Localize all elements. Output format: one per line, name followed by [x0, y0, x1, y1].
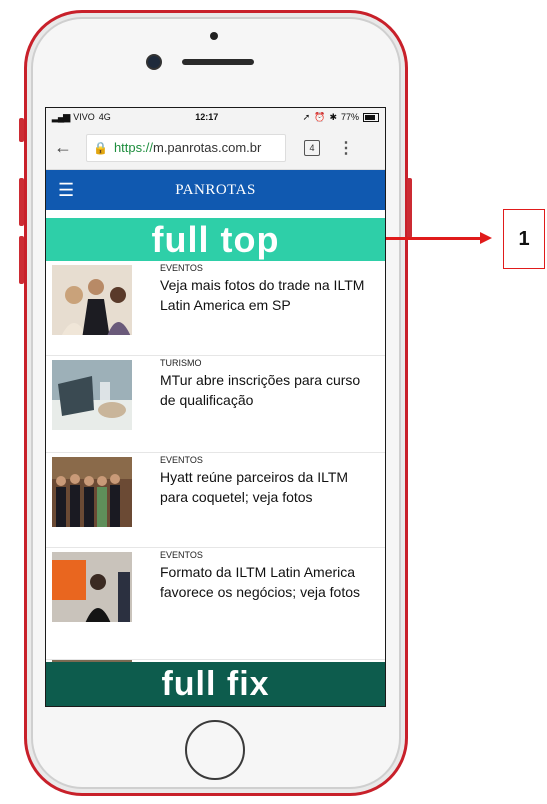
full-fix-ad-banner[interactable]: full fix — [46, 662, 385, 706]
article-category: EVENTOS — [160, 550, 203, 560]
signal-icon: ▂▄▆ — [52, 111, 70, 122]
clock: 12:17 — [195, 112, 219, 122]
article-headline[interactable]: Hyatt reúne parceiros da ILTM para coque… — [160, 467, 379, 507]
article-headline[interactable]: MTur abre inscrições para curso de quali… — [160, 370, 379, 410]
article-category: EVENTOS — [160, 263, 203, 273]
browser-toolbar: ← 🔒 https:// m.panrotas.com.br 4 ⋮ — [46, 126, 385, 170]
status-bar: ▂▄▆ VIVO 4G 12:17 ➚ ⏰ ✱ 77% — [46, 108, 385, 126]
tab-switcher-button[interactable]: 4 — [304, 139, 320, 156]
battery-icon — [363, 112, 379, 122]
volume-up-button — [19, 178, 24, 226]
back-arrow-icon[interactable]: ← — [54, 137, 76, 158]
article-category: TURISMO — [160, 358, 202, 368]
mute-switch — [19, 118, 24, 142]
lock-icon: 🔒 — [93, 140, 108, 155]
earpiece-speaker — [182, 59, 254, 65]
site-header: ☰ PANROTAS — [46, 170, 385, 210]
url-scheme: https:// — [113, 140, 153, 155]
phone-screen: ▂▄▆ VIVO 4G 12:17 ➚ ⏰ ✱ 77% ← 🔒 https://… — [45, 107, 386, 707]
power-button — [407, 178, 412, 238]
network-label: 4G — [98, 112, 111, 122]
callout-arrow-line — [386, 237, 486, 240]
article-thumbnail — [52, 457, 132, 527]
article-headline[interactable]: Veja mais fotos do trade na ILTM Latin A… — [160, 275, 379, 315]
list-item[interactable]: EVENTOS Veja mais fotos do trade na ILTM… — [46, 261, 385, 356]
bluetooth-icon: ✱ — [329, 111, 337, 122]
article-category: EVENTOS — [160, 455, 203, 465]
volume-down-button — [19, 236, 24, 284]
sensor-dot — [210, 32, 218, 40]
alarm-icon: ⏰ — [314, 111, 326, 122]
list-item[interactable]: EVENTOS Formato da ILTM Latin America fa… — [46, 548, 385, 660]
article-thumbnail — [52, 265, 132, 335]
callout-arrowhead — [480, 232, 492, 244]
home-button[interactable] — [185, 720, 245, 780]
overflow-menu-icon[interactable]: ⋮ — [338, 138, 354, 158]
location-icon: ➚ — [302, 111, 311, 122]
front-camera — [148, 56, 160, 68]
battery-percent: 77% — [340, 112, 359, 122]
article-thumbnail — [52, 360, 132, 430]
callout-number-box: 1 — [503, 209, 545, 269]
article-headline[interactable]: Formato da ILTM Latin America favorece o… — [160, 562, 379, 602]
list-item[interactable]: EVENTOS Hyatt reúne parceiros da ILTM pa… — [46, 453, 385, 548]
address-bar[interactable]: 🔒 https:// m.panrotas.com.br — [86, 133, 286, 162]
site-logo-title[interactable]: PANROTAS — [46, 182, 385, 199]
list-item[interactable]: TURISMO MTur abre inscrições para curso … — [46, 356, 385, 453]
full-top-ad-banner[interactable]: full top — [46, 218, 385, 261]
carrier-label: VIVO — [73, 112, 95, 122]
article-thumbnail — [52, 552, 132, 622]
url-host: m.panrotas.com.br — [152, 140, 262, 155]
